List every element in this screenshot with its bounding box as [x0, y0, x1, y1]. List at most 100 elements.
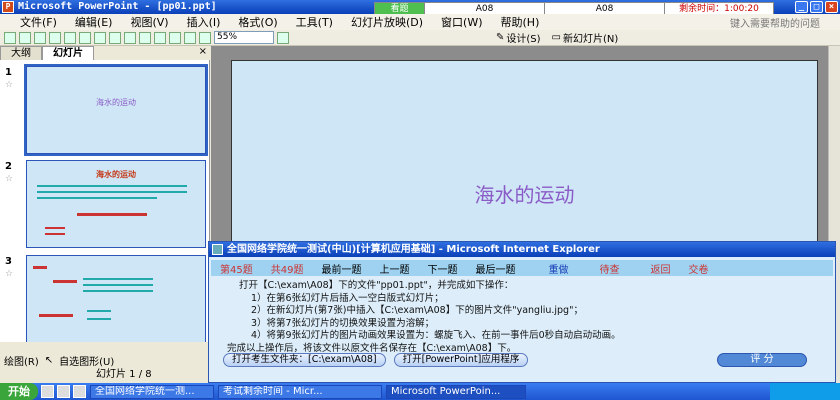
thumb-text-line [87, 310, 111, 312]
pane-close-icon[interactable]: × [199, 46, 210, 60]
slide-thumbnail-2[interactable]: 海水的运动 [26, 160, 206, 248]
undo-icon[interactable] [139, 31, 151, 44]
media-quicklaunch-icon[interactable] [73, 385, 86, 398]
instruction-line: 2）在新幻灯片(第7张)中插入【C:\exam\A08】下的图片文件"yangl… [251, 305, 583, 316]
dialog-title: 全国网络学院统一测试(中山)[计算机应用基础] - Microsoft Inte… [227, 244, 600, 255]
columns-icon[interactable] [199, 31, 211, 44]
exam-dialog: 全国网络学院统一测试(中山)[计算机应用基础] - Microsoft Inte… [208, 241, 836, 383]
transition-star-icon: ☆ [5, 174, 14, 184]
select-pointer-icon[interactable]: ↖ [45, 355, 53, 366]
redo-button[interactable]: 重做 [548, 261, 568, 276]
thumb-bullet [45, 233, 65, 235]
view-buttons[interactable] [0, 342, 210, 352]
menu-help[interactable]: 帮助(H) [501, 14, 540, 30]
submit-button[interactable]: 交卷 [688, 261, 708, 276]
thumb-red-line [53, 280, 77, 283]
menu-window[interactable]: 窗口(W) [441, 14, 482, 30]
thumb-red-line [77, 213, 147, 216]
thumb-bullet [45, 227, 65, 229]
help-icon[interactable] [277, 31, 289, 44]
table-icon[interactable] [184, 31, 196, 44]
instruction-line: 3）将第7张幻灯片的切换效果设置为溶解； [251, 317, 435, 329]
dialog-title-bar[interactable]: 全国网络学院统一测试(中山)[计算机应用基础] - Microsoft Inte… [209, 242, 835, 257]
pane-tabs: 大纲 幻灯片 × [0, 46, 210, 60]
transition-star-icon: ☆ [5, 80, 14, 90]
open-folder-button[interactable]: 打开考生文件夹：[C:\exam\A08] [223, 353, 386, 367]
thumb-text-line [83, 290, 153, 292]
last-question-button[interactable]: 最后一题 [475, 261, 515, 276]
tab-outline[interactable]: 大纲 [0, 46, 42, 60]
menu-file[interactable]: 文件(F) [20, 14, 57, 30]
menu-view[interactable]: 视图(V) [130, 14, 168, 30]
task-exam-window[interactable]: 全国网络学院统一测... [90, 384, 214, 399]
menu-edit[interactable]: 编辑(E) [75, 14, 113, 30]
preview-icon[interactable] [64, 31, 76, 44]
slide-thumbnail-3[interactable] [26, 255, 206, 342]
prev-question-button[interactable]: 上一题 [379, 261, 409, 276]
save-icon[interactable] [34, 31, 46, 44]
start-button[interactable]: 开始 [0, 383, 38, 400]
help-search-box[interactable]: 键入需要帮助的问题 [730, 15, 820, 30]
ie-icon [212, 244, 223, 255]
thumb-text-line [37, 191, 187, 193]
slide-thumbnail-1[interactable]: 海水的运动 [24, 64, 208, 156]
powerpoint-app-icon[interactable]: P [2, 1, 14, 13]
ie-quicklaunch-icon[interactable] [41, 385, 54, 398]
paste-icon[interactable] [124, 31, 136, 44]
transition-star-icon: ☆ [5, 269, 14, 279]
drawing-toolbar: 绘图(R) ↖ 自选图形(U) [0, 352, 210, 368]
dialog-action-buttons: 打开考生文件夹：[C:\exam\A08] 打开[PowerPoint]应用程序 [223, 353, 529, 367]
standard-toolbar: 55% ✎ 设计(S) ▭ 新幻灯片(N) [0, 30, 840, 46]
task-timer-window[interactable]: 考试剩余时间 - Micr... [218, 384, 382, 399]
window-title: Microsoft PowerPoint - [pp01.ppt] [18, 1, 217, 12]
draw-menu[interactable]: 绘图(R) [4, 353, 39, 368]
maximize-button[interactable]: □ [810, 1, 823, 13]
minimize-button[interactable]: _ [795, 1, 808, 13]
new-slide-label: 新幻灯片(N) [563, 34, 619, 45]
instruction-line: 打开【C:\exam\A08】下的文件"pp01.ppt"，并完成如下操作： [239, 280, 514, 291]
chart-icon[interactable] [169, 31, 181, 44]
menu-bar: 文件(F) 编辑(E) 视图(V) 插入(I) 格式(O) 工具(T) 幻灯片放… [0, 14, 840, 30]
print-icon[interactable] [49, 31, 61, 44]
redo-icon[interactable] [154, 31, 166, 44]
open-app-button[interactable]: 打开[PowerPoint]应用程序 [393, 353, 529, 367]
close-button[interactable]: × [825, 1, 838, 13]
thumb-number-1: 1 [5, 67, 12, 78]
open-icon[interactable] [19, 31, 31, 44]
task-powerpoint-window[interactable]: Microsoft PowerPoin... [386, 384, 526, 399]
thumb-text-line [87, 318, 111, 320]
back-button[interactable]: 返回 [650, 261, 670, 276]
autoshapes-menu[interactable]: 自选图形(U) [59, 353, 114, 368]
thumb-text-line [37, 185, 187, 187]
total-questions: 共49题 [270, 264, 304, 276]
design-button[interactable]: ✎ 设计(S) [492, 30, 545, 45]
copy-icon[interactable] [109, 31, 121, 44]
tab-slides[interactable]: 幻灯片 [42, 46, 94, 60]
slide-thumbnails-pane[interactable]: 1 ☆ 海水的运动 2 ☆ 海水的运动 3 ☆ [0, 60, 210, 342]
desktop-quicklaunch-icon[interactable] [57, 385, 70, 398]
menu-tools[interactable]: 工具(T) [296, 14, 333, 30]
menu-slideshow[interactable]: 幻灯片放映(D) [351, 14, 423, 30]
zoom-select[interactable]: 55% [214, 31, 274, 44]
thumb-number-2: 2 [5, 161, 12, 172]
thumb-text-line [37, 197, 157, 199]
cut-icon[interactable] [94, 31, 106, 44]
thumb-red-line [39, 314, 73, 317]
status-bar: 幻灯片 1 / 8 [0, 368, 210, 382]
score-button[interactable]: 评 分 [717, 353, 807, 367]
slide-title[interactable]: 海水的运动 [232, 179, 817, 208]
design-label: 设计(S) [506, 34, 541, 45]
taskbar: 开始 全国网络学院统一测... 考试剩余时间 - Micr... Microso… [0, 383, 840, 400]
next-question-button[interactable]: 下一题 [427, 261, 457, 276]
system-tray[interactable] [770, 383, 840, 400]
review-button[interactable]: 待查 [599, 261, 619, 276]
first-question-button[interactable]: 最前一题 [321, 261, 361, 276]
new-icon[interactable] [4, 31, 16, 44]
spelling-icon[interactable] [79, 31, 91, 44]
instruction-line: 1）在第6张幻灯片后插入一空白版式幻灯片； [251, 292, 444, 304]
design-icon: ✎ [496, 32, 505, 43]
new-slide-button[interactable]: ▭ 新幻灯片(N) [548, 30, 623, 45]
menu-insert[interactable]: 插入(I) [187, 14, 221, 30]
new-slide-icon: ▭ [551, 32, 561, 43]
menu-format[interactable]: 格式(O) [238, 14, 277, 30]
